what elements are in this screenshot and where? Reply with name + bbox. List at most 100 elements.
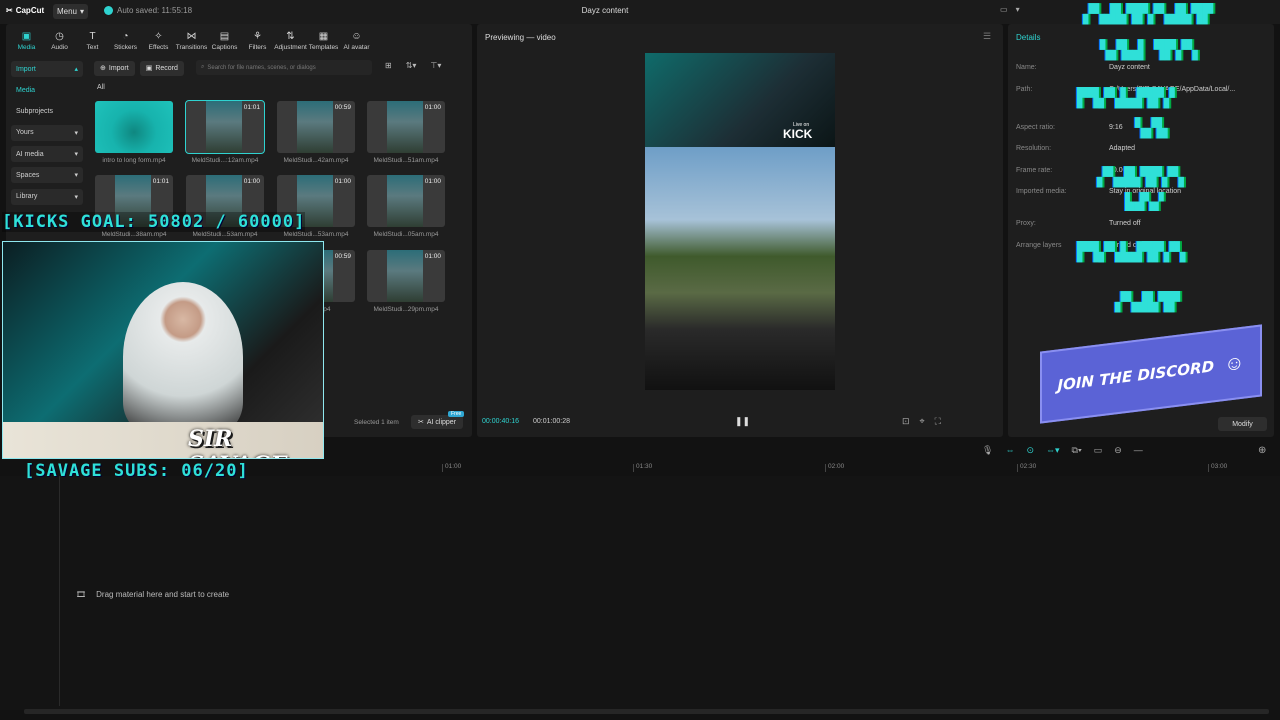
tab-stickers[interactable]: ◔ Stickers bbox=[109, 27, 142, 52]
chevron-icon: ▾ bbox=[74, 129, 78, 137]
magnet-icon[interactable]: ⊙ bbox=[1026, 445, 1034, 456]
sidebar-item-import[interactable]: Import ▴ bbox=[11, 61, 83, 77]
clip-name: intro to long form.mp4 bbox=[102, 157, 166, 164]
caption-icon[interactable]: ▭ bbox=[1094, 445, 1103, 456]
clip-name: MeldStudi...38am.mp4 bbox=[101, 231, 167, 238]
gameplay-frame bbox=[645, 147, 835, 390]
scissors-icon: ✂ bbox=[417, 419, 424, 426]
all-filter-label[interactable]: All bbox=[97, 84, 105, 91]
import-button[interactable]: ⊕ Import bbox=[94, 60, 135, 76]
clip-thumbnail bbox=[206, 101, 242, 153]
microphone-icon[interactable]: 🎙 bbox=[982, 445, 993, 456]
cloud-icon bbox=[104, 6, 113, 15]
view-options[interactable]: ⊞ ⇅▾ ⊤▾ bbox=[385, 61, 441, 70]
modify-button[interactable]: Modify bbox=[1218, 417, 1267, 431]
ai-clipper-button[interactable]: ✂ AI clipper bbox=[411, 415, 463, 429]
record-icon: ▣ bbox=[145, 65, 153, 72]
fullscreen-icon[interactable]: ⛶ bbox=[935, 416, 941, 427]
tab-adjustment[interactable]: ⇅ Adjustment bbox=[274, 27, 307, 52]
glitch-line: ▞▚▟▙▜▛▞▚ bbox=[1097, 167, 1184, 188]
media-toolbar: ⊕ Import ▣ Record bbox=[94, 60, 184, 76]
clip-thumbnail bbox=[297, 101, 333, 153]
tick-label: 02:30 bbox=[1020, 463, 1037, 470]
sidebar-item-media[interactable]: Media bbox=[11, 82, 83, 98]
link-icon[interactable]: ⇔ bbox=[1005, 445, 1014, 456]
film-icon: 🎞 bbox=[76, 590, 87, 599]
clip-thumbnail bbox=[387, 175, 423, 227]
ratio-icon[interactable]: ⊡ bbox=[902, 416, 910, 427]
capcut-logo-icon: ✂ bbox=[6, 6, 13, 15]
clip-duration: 00:59 bbox=[334, 104, 351, 111]
tab-captions[interactable]: ▤ Captions bbox=[208, 27, 241, 52]
sidebar-item-library[interactable]: Library ▾ bbox=[11, 188, 83, 205]
snapshot-icon[interactable]: ⌖ bbox=[920, 416, 925, 427]
tab-filters[interactable]: ⚘ Filters bbox=[241, 27, 274, 52]
media-clip[interactable] bbox=[95, 101, 173, 153]
clip-duration: 01:01 bbox=[243, 104, 260, 111]
glitch-line: ▛▜▞▚▙▟▜▛▞▚ bbox=[1077, 242, 1186, 263]
tick-label: 03:00 bbox=[1211, 463, 1228, 470]
sort-icon[interactable]: ⇅▾ bbox=[406, 61, 417, 70]
search-icon: ⌕ bbox=[201, 64, 205, 70]
media-clip[interactable]: 01:00 bbox=[367, 101, 445, 153]
tab-transitions[interactable]: ⋈ Transitions bbox=[175, 27, 208, 52]
detail-label: Aspect ratio: bbox=[1016, 124, 1055, 131]
streamer-name: SIR SAVAGE bbox=[188, 426, 287, 458]
preview-controls[interactable]: ⊡ ⌖ ⛶ bbox=[902, 416, 941, 427]
snap-icon[interactable]: ⇔▾ bbox=[1046, 445, 1060, 456]
current-time: 00:00:40:16 bbox=[482, 418, 519, 425]
sticker-icon: ◔ bbox=[122, 31, 129, 42]
plus-circle-icon: ⊕ bbox=[100, 65, 106, 72]
sidebar-item-yours[interactable]: Yours ▾ bbox=[11, 124, 83, 141]
filter-icon[interactable]: ⊤▾ bbox=[430, 61, 441, 70]
record-button[interactable]: ▣ Record bbox=[139, 60, 184, 76]
glitch-line: ▙▟▚▞ bbox=[1125, 192, 1164, 211]
zoom-in-icon[interactable]: ⊕ bbox=[1258, 445, 1266, 456]
tab-templates[interactable]: ▦ Templates bbox=[307, 27, 340, 52]
templates-icon: ▦ bbox=[318, 31, 329, 42]
streamer-image bbox=[123, 282, 243, 432]
horizontal-scrollbar[interactable] bbox=[24, 709, 1269, 714]
tick-mark bbox=[825, 464, 826, 472]
zoom-slider[interactable]: — bbox=[1134, 445, 1143, 456]
free-badge: Free bbox=[448, 411, 465, 417]
media-clip[interactable]: 01:00 bbox=[367, 250, 445, 302]
media-clip[interactable]: 01:00 bbox=[367, 175, 445, 227]
detail-label: Resolution: bbox=[1016, 145, 1052, 152]
tab-audio[interactable]: ◷ Audio bbox=[43, 27, 76, 52]
zoom-out-icon[interactable]: ⊖ bbox=[1114, 445, 1122, 456]
hamburger-icon[interactable]: ☰ bbox=[983, 31, 991, 42]
sidebar-item-ai-media[interactable]: AI media ▾ bbox=[11, 146, 83, 163]
clip-name: MeldStudi...:12am.mp4 bbox=[191, 157, 259, 164]
tab-ai-avatar[interactable]: ☺ AI avatar bbox=[340, 27, 373, 52]
timeline-tools[interactable]: 🎙 ⇔ ⊙ ⇔▾ ⧉▾ ▭ ⊖ — bbox=[982, 445, 1143, 456]
menu-button[interactable]: Menu ▾ bbox=[53, 4, 88, 19]
video-preview[interactable]: Live on KICK bbox=[645, 53, 835, 390]
grid-view-icon[interactable]: ⊞ bbox=[385, 61, 392, 70]
media-clip[interactable]: 01:01 bbox=[185, 100, 265, 154]
media-clip[interactable]: 00:59 bbox=[277, 101, 355, 153]
layout-icon[interactable]: ▭ bbox=[1000, 5, 1008, 14]
tick-mark bbox=[633, 464, 634, 472]
sidebar-item-subprojects[interactable]: Subprojects bbox=[11, 104, 83, 120]
tab-text[interactable]: T Text bbox=[76, 27, 109, 52]
tab-media[interactable]: ▣ Media bbox=[10, 27, 43, 52]
autosave-status: Auto saved: 11:55:18 bbox=[104, 6, 192, 15]
tick-mark bbox=[442, 464, 443, 472]
glitch-text-overlay: ▞▚▟▙▜▛▞▚▟▙▜▛ ▚▞▙▟ ▜▛▞▚ ▛▜▞▚▙▟▜▛▞ ▚▞▙ ▞▚▟… bbox=[1075, 2, 1275, 322]
total-time: 00:01:00:28 bbox=[533, 418, 570, 425]
tick-mark bbox=[1208, 464, 1209, 472]
pause-button[interactable]: ❚❚ bbox=[735, 416, 750, 427]
preview-title: Previewing — video bbox=[485, 33, 556, 42]
split-icon[interactable]: ⧉▾ bbox=[1072, 445, 1082, 456]
dropdown-icon[interactable]: ▾ bbox=[1016, 5, 1020, 14]
empty-timeline-message: 🎞 Drag material here and start to create bbox=[76, 590, 230, 599]
clip-duration: 01:00 bbox=[424, 178, 441, 185]
tool-tabs: ▣ Media ◷ Audio T Text ◔ Stickers ✧ Effects ⋈ Trans… bbox=[10, 27, 373, 52]
tab-effects[interactable]: ✧ Effects bbox=[142, 27, 175, 52]
window-controls[interactable]: ▭ ▾ bbox=[1000, 5, 1020, 14]
kick-logo: KICK bbox=[783, 127, 813, 141]
search-input[interactable]: ⌕ Search for file names, scenes, or dialo… bbox=[196, 60, 372, 75]
sidebar-item-spaces[interactable]: Spaces ▾ bbox=[11, 167, 83, 184]
filters-icon: ⚘ bbox=[253, 31, 262, 42]
